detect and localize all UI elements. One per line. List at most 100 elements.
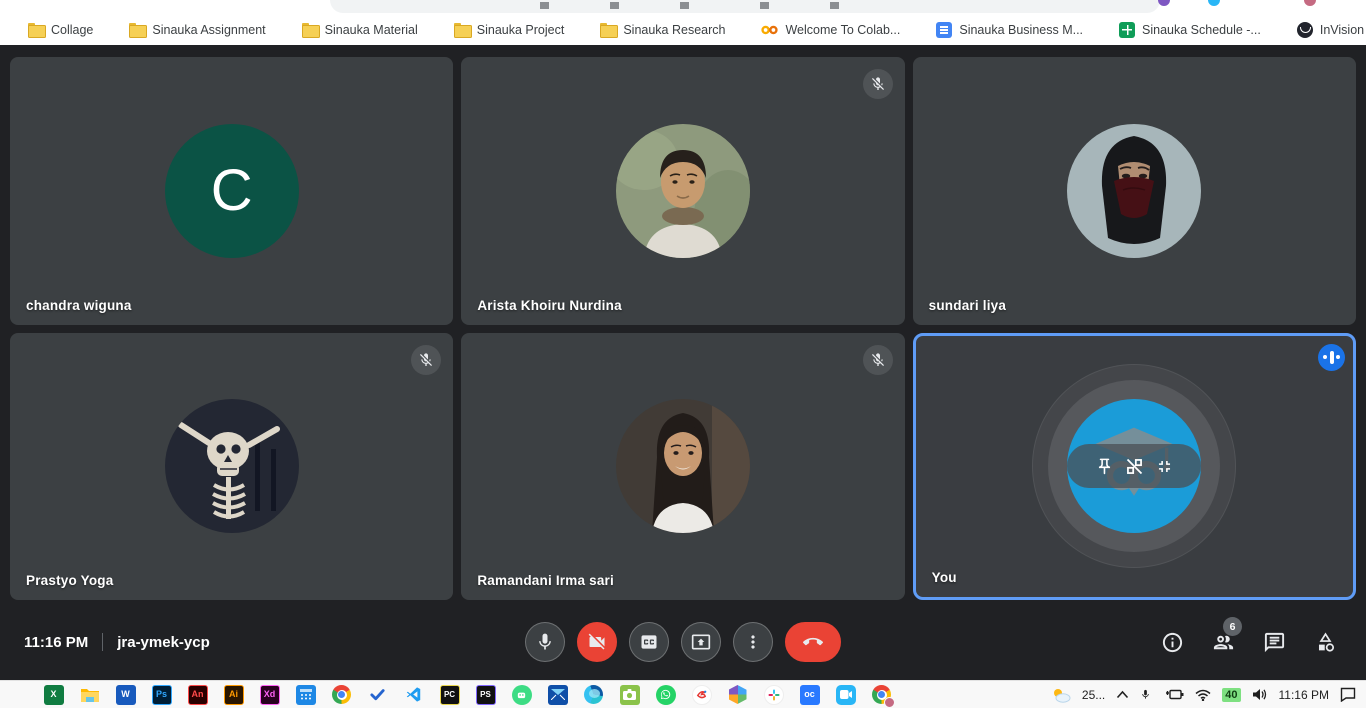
- bookmark-invision[interactable]: InVision: [1297, 22, 1364, 38]
- wifi-icon[interactable]: [1195, 689, 1211, 701]
- participant-tile-prastyo[interactable]: Prastyo Yoga: [10, 333, 453, 601]
- camera-app-icon[interactable]: [620, 685, 640, 705]
- folder-icon: [302, 23, 318, 36]
- leave-call-button[interactable]: [785, 622, 841, 662]
- folder-icon: [600, 23, 616, 36]
- divider: [102, 633, 103, 651]
- meet-control-bar: 11:16 PM jra-ymek-ycp 6: [0, 604, 1366, 680]
- participant-tile-arista[interactable]: Arista Khoiru Nurdina: [461, 57, 904, 325]
- address-bar-fragment[interactable]: [330, 0, 1160, 13]
- red-swirl-app-icon[interactable]: [692, 685, 712, 705]
- participant-tile-chandra[interactable]: C chandra wiguna: [10, 57, 453, 325]
- folder-icon: [129, 23, 145, 36]
- edge-icon[interactable]: [584, 685, 604, 705]
- bookmark-welcome-to-colab[interactable]: Welcome To Colab...: [761, 23, 900, 37]
- addressbar-text-fragment: [540, 2, 549, 9]
- mic-off-icon: [863, 345, 893, 375]
- tray-chevron-up-icon[interactable]: [1116, 690, 1129, 699]
- pin-icon[interactable]: [1095, 457, 1114, 476]
- participant-name: Ramandani Irma sari: [477, 573, 614, 588]
- avatar-photo: [165, 399, 299, 533]
- closed-captions-icon: [639, 632, 659, 652]
- tray-clock[interactable]: 11:16 PM: [1279, 688, 1329, 702]
- extension-icon[interactable]: [1208, 0, 1220, 6]
- animate-icon[interactable]: An: [188, 685, 208, 705]
- video-grid: C chandra wiguna Arista Khoiru Nurdina: [0, 45, 1366, 604]
- participant-tile-you[interactable]: You: [913, 333, 1356, 601]
- participant-name: chandra wiguna: [26, 298, 132, 313]
- bookmark-sinauka-research[interactable]: Sinauka Research: [600, 23, 725, 37]
- extension-icon[interactable]: [1158, 0, 1170, 6]
- word-icon[interactable]: W: [116, 685, 136, 705]
- folder-icon: [28, 23, 44, 36]
- weather-icon[interactable]: [1051, 687, 1071, 703]
- action-center-icon[interactable]: [1340, 687, 1356, 702]
- participant-name: Prastyo Yoga: [26, 573, 113, 588]
- battery-icon[interactable]: [1162, 688, 1184, 701]
- mail-icon[interactable]: [548, 685, 568, 705]
- camera-off-button[interactable]: [577, 622, 617, 662]
- present-icon: [691, 632, 711, 652]
- mic-off-icon: [863, 69, 893, 99]
- chat-button[interactable]: [1261, 629, 1287, 655]
- phpstorm-icon[interactable]: PS: [476, 685, 496, 705]
- todo-check-icon[interactable]: [368, 685, 388, 705]
- activities-button[interactable]: [1312, 629, 1338, 655]
- participant-tile-sundari[interactable]: sundari liya: [913, 57, 1356, 325]
- mosaic-off-icon[interactable]: [1124, 456, 1145, 477]
- android-app-icon[interactable]: [512, 685, 532, 705]
- hexagon-app-icon[interactable]: [728, 685, 748, 705]
- video-app-icon[interactable]: [836, 685, 856, 705]
- meeting-code: jra-ymek-ycp: [117, 634, 210, 651]
- xd-icon[interactable]: Xd: [260, 685, 280, 705]
- mic-off-icon: [411, 345, 441, 375]
- bookmark-sinauka-project[interactable]: Sinauka Project: [454, 23, 565, 37]
- avatar-photo: [616, 124, 750, 258]
- profile-avatar[interactable]: [1304, 0, 1316, 6]
- participant-name: Arista Khoiru Nurdina: [477, 298, 621, 313]
- bookmark-sinauka-business[interactable]: Sinauka Business M...: [936, 22, 1083, 38]
- excel-icon[interactable]: X: [44, 685, 64, 705]
- illustrator-icon[interactable]: Ai: [224, 685, 244, 705]
- oc-app-icon[interactable]: oc: [800, 685, 820, 705]
- mic-button[interactable]: [525, 622, 565, 662]
- photoshop-icon[interactable]: Ps: [152, 685, 172, 705]
- whatsapp-icon[interactable]: [656, 685, 676, 705]
- calendar-app-icon[interactable]: [296, 685, 316, 705]
- tray-mic-icon[interactable]: [1140, 687, 1151, 702]
- meeting-time: 11:16 PM: [24, 634, 88, 651]
- file-explorer-icon[interactable]: [80, 685, 100, 705]
- battery-percent-badge[interactable]: 40: [1222, 688, 1240, 702]
- participant-name: sundari liya: [929, 298, 1006, 313]
- chat-icon: [1263, 631, 1286, 654]
- weather-temperature[interactable]: 25...: [1082, 688, 1105, 702]
- bookmark-sinauka-assignment[interactable]: Sinauka Assignment: [129, 23, 265, 37]
- chrome-icon[interactable]: [332, 685, 352, 705]
- mic-icon: [535, 632, 555, 652]
- activities-icon: [1314, 631, 1337, 654]
- audio-level-indicator-icon: [1318, 344, 1345, 371]
- participant-tile-ramandani[interactable]: Ramandani Irma sari: [461, 333, 904, 601]
- bookmark-sinauka-schedule[interactable]: Sinauka Schedule -...: [1119, 22, 1261, 38]
- more-options-button[interactable]: [733, 622, 773, 662]
- bookmark-sinauka-material[interactable]: Sinauka Material: [302, 23, 418, 37]
- slack-icon[interactable]: [764, 685, 784, 705]
- info-icon: [1161, 631, 1184, 654]
- start-button[interactable]: [10, 686, 28, 704]
- windows-taskbar: X W Ps An Ai Xd PC PS oc: [0, 680, 1366, 708]
- bookmark-collage[interactable]: Collage: [28, 23, 93, 37]
- pycharm-icon[interactable]: PC: [440, 685, 460, 705]
- tile-hover-controls: [1067, 444, 1201, 488]
- captions-button[interactable]: [629, 622, 669, 662]
- meeting-details-button[interactable]: [1159, 629, 1185, 655]
- participant-name: You: [932, 570, 957, 585]
- chrome-profile-icon[interactable]: [872, 685, 892, 705]
- volume-icon[interactable]: [1252, 688, 1268, 701]
- minimize-icon[interactable]: [1155, 457, 1174, 476]
- sheets-icon: [1119, 22, 1135, 38]
- folder-icon: [454, 23, 470, 36]
- docs-icon: [936, 22, 952, 38]
- present-button[interactable]: [681, 622, 721, 662]
- visual-studio-icon[interactable]: [404, 685, 424, 705]
- participants-button[interactable]: 6: [1210, 629, 1236, 655]
